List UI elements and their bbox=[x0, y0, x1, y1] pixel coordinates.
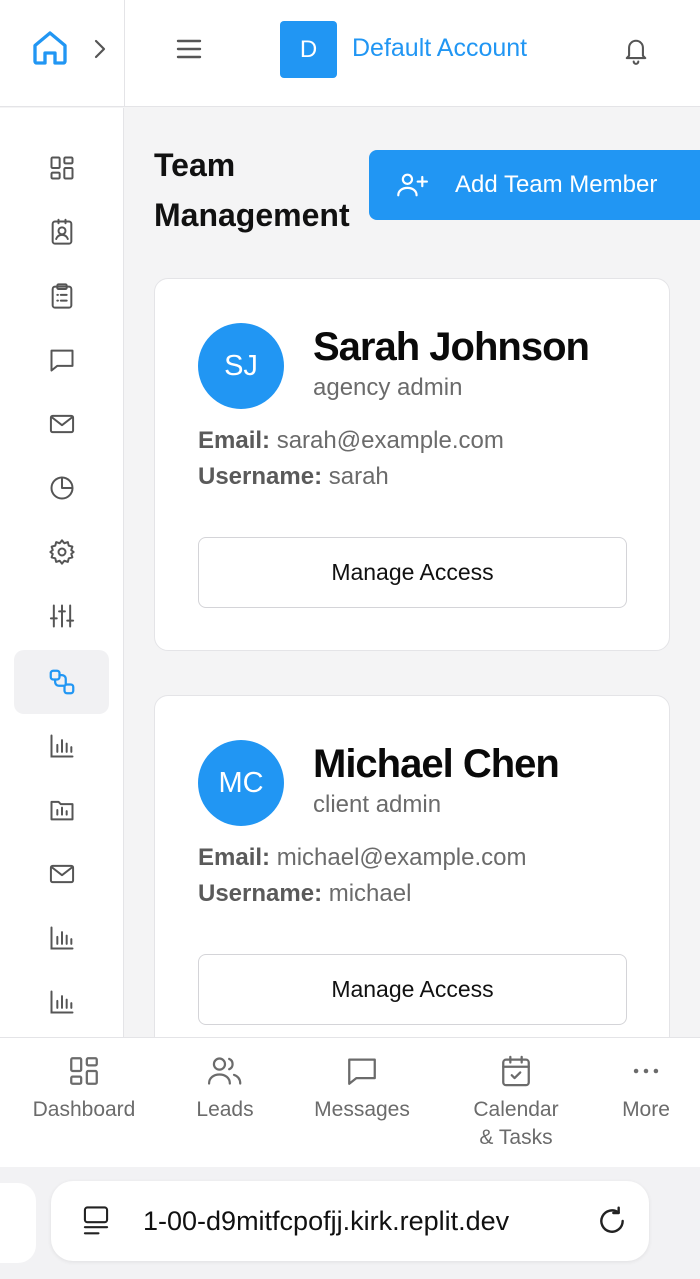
home-icon[interactable] bbox=[30, 28, 70, 68]
nav-item-dashboard[interactable]: Dashboard bbox=[28, 1054, 140, 1124]
username-label: Username: bbox=[198, 463, 323, 490]
nav-item-calendar-tasks[interactable]: Calendar & Tasks bbox=[461, 1054, 571, 1152]
sliders-icon bbox=[48, 602, 76, 630]
previous-tab-stub[interactable] bbox=[0, 1183, 36, 1263]
sidebar-item-email[interactable] bbox=[14, 392, 109, 456]
nav-label: More bbox=[622, 1098, 670, 1121]
sidebar bbox=[0, 108, 124, 1038]
nav-item-more[interactable]: More bbox=[606, 1054, 686, 1124]
member-name: Michael Chen bbox=[313, 742, 560, 786]
sidebar-item-tasks[interactable] bbox=[14, 264, 109, 328]
sidebar-item-reports[interactable] bbox=[14, 714, 109, 778]
nav-item-messages[interactable]: Messages bbox=[307, 1054, 417, 1124]
sidebar-item-campaigns[interactable] bbox=[14, 842, 109, 906]
add-team-member-label: Add Team Member bbox=[455, 171, 658, 198]
username-label: Username: bbox=[198, 880, 323, 907]
email-label: Email: bbox=[198, 427, 271, 454]
hamburger-menu-icon[interactable] bbox=[176, 38, 202, 60]
sidebar-item-team[interactable] bbox=[14, 650, 109, 714]
dashboard-icon bbox=[67, 1054, 101, 1088]
message-icon bbox=[345, 1054, 379, 1088]
member-avatar: SJ bbox=[198, 323, 284, 409]
username-value: sarah bbox=[328, 463, 389, 490]
nav-label: Leads bbox=[196, 1098, 254, 1121]
manage-access-button[interactable]: Manage Access bbox=[198, 537, 627, 608]
member-username: Username: sarah bbox=[198, 463, 389, 491]
clipboard-icon bbox=[48, 282, 76, 310]
reload-icon[interactable] bbox=[596, 1205, 628, 1237]
nav-item-leads[interactable]: Leads bbox=[180, 1054, 270, 1124]
message-icon bbox=[48, 346, 76, 374]
sidebar-item-messages[interactable] bbox=[14, 328, 109, 392]
address-bar[interactable]: 1-00-d9mitfcpofjj.kirk.replit.dev bbox=[51, 1181, 649, 1261]
email-value: sarah@example.com bbox=[276, 427, 504, 454]
member-card: SJ Sarah Johnson agency admin Email: sar… bbox=[154, 278, 670, 651]
page-title-line1: Team bbox=[154, 147, 236, 183]
contact-card-icon bbox=[48, 218, 76, 246]
sidebar-item-dashboard[interactable] bbox=[14, 136, 109, 200]
sidebar-item-settings[interactable] bbox=[14, 520, 109, 584]
nav-label: Dashboard bbox=[32, 1098, 136, 1121]
url-text: 1-00-d9mitfcpofjj.kirk.replit.dev bbox=[143, 1206, 510, 1236]
nav-label: Calendar & Tasks bbox=[473, 1098, 559, 1149]
pie-chart-icon bbox=[48, 474, 76, 502]
account-name[interactable]: Default Account bbox=[352, 34, 527, 63]
bar-chart-icon bbox=[48, 988, 76, 1016]
page-title: Team Management bbox=[154, 140, 369, 240]
add-user-icon bbox=[396, 171, 428, 199]
username-value: michael bbox=[328, 880, 412, 907]
member-card: MC Michael Chen client admin Email: mich… bbox=[154, 695, 670, 1068]
nav-label: Messages bbox=[314, 1098, 410, 1121]
account-avatar[interactable]: D bbox=[280, 21, 337, 78]
dashboard-icon bbox=[48, 154, 76, 182]
chevron-right-icon[interactable] bbox=[90, 38, 110, 60]
sidebar-item-stats[interactable] bbox=[14, 906, 109, 970]
member-email: Email: michael@example.com bbox=[198, 844, 527, 872]
mail-icon bbox=[48, 860, 76, 888]
calendar-check-icon bbox=[499, 1054, 533, 1088]
sidebar-item-files[interactable] bbox=[14, 778, 109, 842]
add-team-member-button[interactable]: Add Team Member bbox=[369, 150, 700, 220]
top-header: D Default Account bbox=[0, 0, 700, 107]
team-icon bbox=[47, 667, 77, 697]
folder-chart-icon bbox=[48, 796, 76, 824]
bar-chart-icon bbox=[48, 924, 76, 952]
sidebar-item-analytics[interactable] bbox=[14, 456, 109, 520]
mail-icon bbox=[48, 410, 76, 438]
email-value: michael@example.com bbox=[276, 844, 527, 871]
member-role: client admin bbox=[313, 791, 442, 818]
sidebar-item-contacts[interactable] bbox=[14, 200, 109, 264]
sidebar-item-controls[interactable] bbox=[14, 584, 109, 648]
email-label: Email: bbox=[198, 844, 271, 871]
page-menu-icon[interactable] bbox=[81, 1205, 111, 1237]
more-icon bbox=[629, 1054, 663, 1088]
bell-icon[interactable] bbox=[622, 35, 650, 65]
sidebar-item-metrics[interactable] bbox=[14, 970, 109, 1034]
member-username: Username: michael bbox=[198, 880, 411, 908]
bottom-nav: Dashboard Leads Messages Calendar & Task… bbox=[0, 1037, 700, 1167]
users-icon bbox=[207, 1054, 243, 1088]
bar-chart-icon bbox=[48, 732, 76, 760]
member-email: Email: sarah@example.com bbox=[198, 427, 504, 455]
member-role: agency admin bbox=[313, 374, 463, 401]
page-title-line2: Management bbox=[154, 197, 350, 233]
browser-toolbar: 1-00-d9mitfcpofjj.kirk.replit.dev bbox=[0, 1167, 700, 1279]
header-divider bbox=[124, 0, 125, 107]
manage-access-button[interactable]: Manage Access bbox=[198, 954, 627, 1025]
member-avatar: MC bbox=[198, 740, 284, 826]
settings-icon bbox=[48, 538, 76, 566]
member-name: Sarah Johnson bbox=[313, 325, 590, 369]
